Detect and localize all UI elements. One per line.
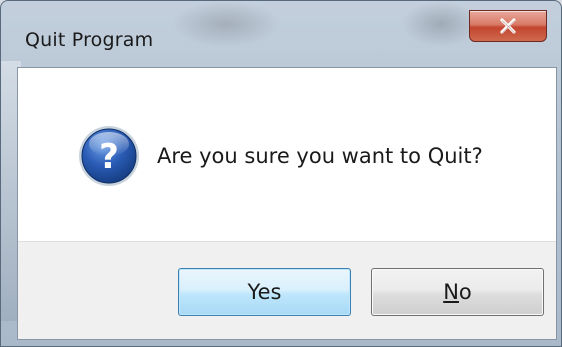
yes-button[interactable]: Yes — [178, 268, 351, 316]
title-bar[interactable]: Quit Program — [1, 1, 561, 67]
dialog-message: Are you sure you want to Quit? — [157, 144, 483, 168]
no-label-rest: o — [458, 280, 472, 304]
no-mnemonic: N — [443, 280, 459, 304]
no-button-label: No — [443, 280, 472, 304]
dialog-window: Quit Program ? Are you sure you want to … — [0, 0, 562, 347]
close-x-icon — [498, 18, 518, 34]
button-bar: Yes No — [18, 241, 556, 339]
no-button[interactable]: No — [371, 268, 544, 316]
yes-button-label: Yes — [247, 280, 282, 304]
message-area: ? Are you sure you want to Quit? — [18, 68, 556, 241]
close-button[interactable] — [469, 10, 547, 42]
dialog-client-area: ? Are you sure you want to Quit? Yes No — [17, 67, 557, 340]
svg-text:?: ? — [99, 137, 119, 177]
window-title: Quit Program — [25, 29, 154, 51]
question-icon: ? — [77, 124, 141, 188]
